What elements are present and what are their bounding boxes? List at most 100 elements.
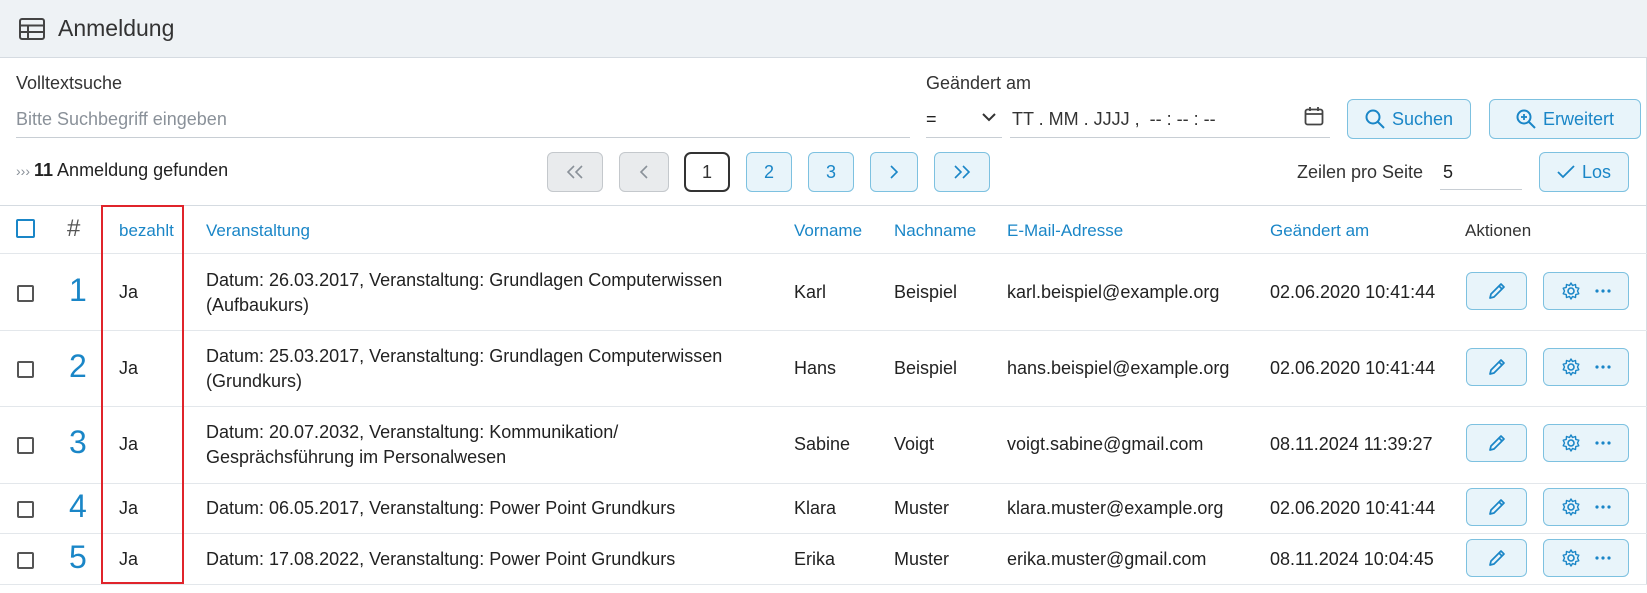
- column-header-hash: #: [67, 215, 81, 242]
- row-checkbox[interactable]: [17, 285, 34, 302]
- row-divider: [0, 483, 1647, 484]
- gear-icon: [1562, 358, 1580, 376]
- firstname-cell: Sabine: [794, 434, 851, 454]
- pencil-icon: [1488, 499, 1505, 515]
- changed-cell: 08.11.2024 11:39:27: [1270, 434, 1433, 454]
- row-number: 4: [69, 488, 87, 524]
- page-number: 3: [825, 161, 836, 182]
- row-number: 5: [69, 539, 87, 575]
- search-button-label: Suchen: [1391, 108, 1454, 129]
- column-header-firstname[interactable]: Vorname: [794, 221, 862, 241]
- event-cell-line1: Datum: 26.03.2017, Veranstaltung: Grundl…: [206, 270, 723, 290]
- row-divider: [0, 533, 1647, 534]
- row-number: 2: [69, 348, 87, 384]
- row-divider: [0, 584, 1647, 585]
- calendar-icon[interactable]: [1304, 106, 1324, 126]
- settings-menu-button[interactable]: [1543, 488, 1629, 526]
- table-header-divider: [0, 205, 1647, 206]
- event-cell-line1: Datum: 20.07.2032, Veranstaltung: Kommun…: [206, 422, 619, 442]
- row-checkbox[interactable]: [17, 437, 34, 454]
- pencil-icon: [1488, 283, 1505, 299]
- firstname-cell: Klara: [794, 498, 837, 518]
- firstname-cell: Hans: [794, 358, 837, 378]
- changed-cell: 02.06.2020 10:41:44: [1270, 282, 1436, 302]
- pencil-icon: [1488, 550, 1505, 566]
- row-checkbox[interactable]: [17, 501, 34, 518]
- page-button-2[interactable]: 2: [746, 152, 792, 192]
- edit-button[interactable]: [1466, 488, 1527, 526]
- page-button-3[interactable]: 3: [808, 152, 854, 192]
- row-number: 3: [69, 424, 87, 460]
- rows-per-page-value: 5: [1443, 162, 1454, 182]
- page-number: 1: [701, 161, 712, 182]
- edit-button[interactable]: [1466, 424, 1527, 462]
- settings-menu-button[interactable]: [1543, 539, 1629, 577]
- row-checkbox[interactable]: [17, 552, 34, 569]
- search-icon: [1365, 109, 1385, 129]
- panel-header: Anmeldung: [0, 0, 1647, 58]
- edit-button[interactable]: [1466, 539, 1527, 577]
- gear-icon: [1562, 498, 1580, 516]
- more-icon: [1595, 441, 1611, 445]
- column-header-email[interactable]: E-Mail-Adresse: [1007, 221, 1123, 241]
- edit-button[interactable]: [1466, 348, 1527, 386]
- pencil-icon: [1488, 435, 1505, 451]
- go-button[interactable]: Los: [1539, 152, 1629, 192]
- advanced-button[interactable]: Erweitert: [1489, 99, 1641, 139]
- result-count: ››› 11 Anmeldung gefunden: [16, 160, 228, 181]
- search-button[interactable]: Suchen: [1347, 99, 1471, 139]
- page-number: 2: [763, 161, 774, 182]
- settings-menu-button[interactable]: [1543, 424, 1629, 462]
- column-header-event[interactable]: Veranstaltung: [206, 221, 310, 241]
- row-checkbox[interactable]: [17, 361, 34, 378]
- advanced-button-label: Erweitert: [1542, 108, 1614, 129]
- email-cell: klara.muster@example.org: [1007, 498, 1224, 518]
- event-cell-line2: Gesprächsführung im Personalwesen: [206, 447, 507, 467]
- row-number: 1: [69, 272, 87, 308]
- last-page-button[interactable]: [934, 152, 990, 192]
- double-chevron-left-icon: [566, 165, 583, 179]
- first-page-button[interactable]: [547, 152, 603, 192]
- select-all-checkbox[interactable]: [16, 219, 35, 238]
- result-count-number: 11: [34, 160, 54, 180]
- firstname-cell: Karl: [794, 282, 827, 302]
- settings-menu-button[interactable]: [1543, 348, 1629, 386]
- email-cell: karl.beispiel@example.org: [1007, 282, 1220, 302]
- chevron-left-icon: [639, 165, 648, 179]
- row-divider: [0, 253, 1647, 254]
- zoom-in-icon: [1516, 109, 1536, 129]
- go-button-label: Los: [1581, 161, 1612, 182]
- more-icon: [1595, 505, 1611, 509]
- event-cell-line1: Datum: 06.05.2017, Veranstaltung: Power …: [206, 498, 676, 518]
- changed-cell: 02.06.2020 10:41:44: [1270, 358, 1436, 378]
- prev-page-button[interactable]: [619, 152, 669, 192]
- lastname-cell: Beispiel: [894, 282, 958, 302]
- event-cell-line2: (Grundkurs): [206, 371, 303, 391]
- result-count-text: Anmeldung gefunden: [57, 160, 229, 180]
- email-cell: hans.beispiel@example.org: [1007, 358, 1230, 378]
- lastname-cell: Muster: [894, 498, 950, 518]
- edit-button[interactable]: [1466, 272, 1527, 310]
- row-divider: [0, 330, 1647, 331]
- event-cell-line2: (Aufbaukurs): [206, 295, 310, 315]
- event-cell-line1: Datum: 25.03.2017, Veranstaltung: Grundl…: [206, 346, 723, 366]
- pencil-icon: [1488, 359, 1505, 375]
- chevron-right-icon: [890, 165, 899, 179]
- operator-value: =: [926, 109, 937, 129]
- event-cell-line1: Datum: 17.08.2022, Veranstaltung: Power …: [206, 549, 676, 569]
- column-header-lastname[interactable]: Nachname: [894, 221, 976, 241]
- date-filter-label: Geändert am: [926, 73, 1032, 93]
- search-placeholder: Bitte Suchbegriff eingeben: [16, 109, 227, 129]
- gear-icon: [1562, 549, 1580, 567]
- gear-icon: [1562, 434, 1580, 452]
- column-header-changed[interactable]: Geändert am: [1270, 221, 1369, 241]
- chevron-right-icon: ›››: [16, 163, 30, 179]
- column-header-actions: Aktionen: [1465, 221, 1532, 240]
- rows-per-page-label: Zeilen pro Seite: [1297, 162, 1424, 182]
- changed-cell: 08.11.2024 10:04:45: [1270, 549, 1434, 569]
- check-icon: [1557, 165, 1575, 179]
- next-page-button[interactable]: [870, 152, 918, 192]
- page-button-1[interactable]: 1: [684, 152, 730, 192]
- page-title: Anmeldung: [58, 15, 175, 41]
- settings-menu-button[interactable]: [1543, 272, 1629, 310]
